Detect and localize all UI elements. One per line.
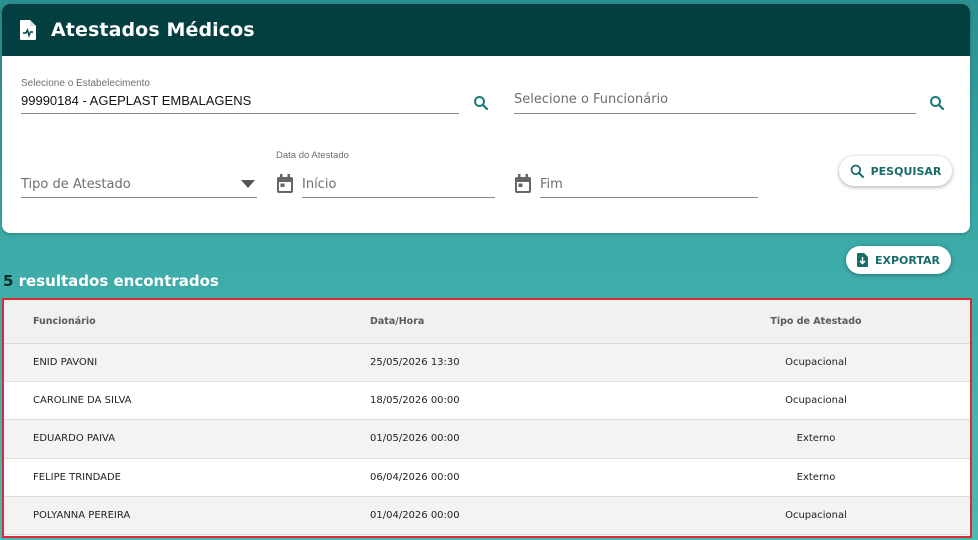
cell-datetime: 06/04/2026 00:00 (370, 458, 680, 498)
column-header-type[interactable]: Tipo de Atestado (680, 300, 970, 344)
cell-type: Ocupacional (680, 381, 970, 421)
results-table-container: Funcionário Data/Hora Tipo de Atestado E… (2, 298, 972, 538)
cell-employee: CAROLINE DA SILVA (4, 381, 370, 421)
cell-type: Ocupacional (680, 343, 970, 382)
results-table: Funcionário Data/Hora Tipo de Atestado E… (4, 300, 970, 536)
establishment-field[interactable]: Selecione o Estabelecimento 99990184 - A… (21, 76, 459, 114)
cell-employee: ENID PAVONI (4, 343, 370, 382)
cell-type: Ocupacional (680, 496, 970, 536)
export-button[interactable]: EXPORTAR (846, 246, 951, 274)
cell-type: Externo (680, 419, 970, 459)
establishment-search-icon[interactable] (472, 94, 490, 112)
certificate-type-placeholder: Tipo de Atestado (21, 177, 131, 192)
end-date-placeholder: Fim (540, 177, 563, 192)
certificate-type-select[interactable]: Tipo de Atestado (21, 162, 257, 198)
cell-employee: POLYANNA PEREIRA (4, 496, 370, 536)
cell-datetime: 01/04/2026 00:00 (370, 496, 680, 536)
date-label: Data do Atestado (276, 150, 349, 161)
start-calendar-icon[interactable] (276, 174, 294, 194)
export-button-label: EXPORTAR (874, 253, 941, 267)
cell-type: Externo (680, 458, 970, 498)
results-count-text: resultados encontrados (13, 272, 219, 290)
start-date-field[interactable]: Início (302, 164, 495, 198)
employee-placeholder: Selecione o Funcionário (514, 92, 669, 107)
establishment-label: Selecione o Estabelecimento (21, 78, 150, 89)
establishment-value: 99990184 - AGEPLAST EMBALAGENS (21, 93, 252, 108)
cell-datetime: 18/05/2026 00:00 (370, 381, 680, 421)
results-count: 5 resultados encontrados (3, 272, 219, 290)
cell-employee: FELIPE TRINDADE (4, 458, 370, 498)
search-button-label: PESQUISAR (870, 164, 942, 178)
dropdown-arrow-icon (241, 180, 255, 188)
search-icon (850, 164, 864, 178)
end-date-field[interactable]: Fim (540, 164, 758, 198)
table-row[interactable]: ENID PAVONI 25/05/2026 13:30 Ocupacional (4, 343, 970, 382)
cell-datetime: 25/05/2026 13:30 (370, 343, 680, 382)
download-file-icon (856, 253, 868, 267)
table-header-row: Funcionário Data/Hora Tipo de Atestado (4, 300, 970, 344)
end-calendar-icon[interactable] (514, 174, 532, 194)
table-row[interactable]: CAROLINE DA SILVA 18/05/2026 00:00 Ocupa… (4, 381, 970, 421)
cell-employee: EDUARDO PAIVA (4, 419, 370, 459)
results-count-number: 5 (3, 272, 14, 290)
filter-card: Atestados Médicos Selecione o Estabeleci… (2, 4, 970, 233)
start-date-placeholder: Início (302, 177, 337, 192)
employee-field[interactable]: Selecione o Funcionário (514, 76, 916, 114)
column-header-employee[interactable]: Funcionário (4, 300, 370, 344)
column-header-datetime[interactable]: Data/Hora (370, 300, 680, 344)
table-row[interactable]: POLYANNA PEREIRA 01/04/2026 00:00 Ocupac… (4, 496, 970, 536)
medical-document-icon (20, 20, 36, 40)
employee-search-icon[interactable] (928, 94, 946, 112)
table-row[interactable]: EDUARDO PAIVA 01/05/2026 00:00 Externo (4, 419, 970, 459)
search-button[interactable]: PESQUISAR (839, 156, 952, 186)
table-row[interactable]: FELIPE TRINDADE 06/04/2026 00:00 Externo (4, 458, 970, 498)
page-header: Atestados Médicos (2, 4, 970, 56)
cell-datetime: 01/05/2026 00:00 (370, 419, 680, 459)
page-title: Atestados Médicos (51, 19, 255, 41)
